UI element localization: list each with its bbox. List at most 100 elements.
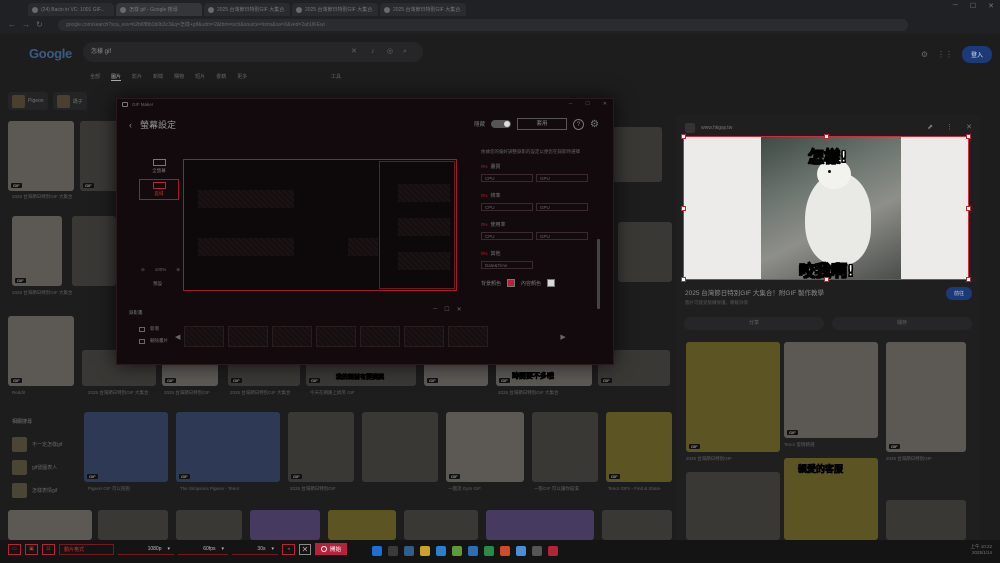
resolution-select[interactable]: 1080p ▾: [118, 544, 174, 555]
related-image[interactable]: [686, 472, 780, 540]
resize-handle[interactable]: [824, 277, 829, 282]
recorder-app-icon[interactable]: [548, 546, 558, 556]
fg-color-swatch[interactable]: [547, 279, 556, 287]
properties-scrollbar[interactable]: [597, 239, 600, 309]
image-result[interactable]: [250, 510, 320, 540]
tab-news[interactable]: 新聞: [153, 73, 163, 81]
resize-handle[interactable]: [966, 206, 971, 211]
reset-button[interactable]: 預設: [153, 281, 162, 287]
image-result[interactable]: [618, 222, 672, 282]
gpu-field[interactable]: GPU: [536, 174, 588, 182]
image-result[interactable]: GIF: [446, 412, 524, 482]
resize-handle[interactable]: [681, 277, 686, 282]
tab-shopping[interactable]: 購物: [174, 73, 184, 81]
delete-scene-button[interactable]: 刪除畫片: [139, 338, 168, 344]
resize-handle[interactable]: [966, 277, 971, 282]
maximize-icon[interactable]: ☐: [585, 101, 589, 107]
reload-icon[interactable]: ↻: [36, 20, 43, 29]
close-icon[interactable]: ✕: [988, 2, 994, 10]
format-select[interactable]: 動片格式: [59, 543, 114, 555]
close-toolbar-icon[interactable]: ✕: [299, 543, 311, 555]
lens-icon[interactable]: ◎: [387, 42, 393, 62]
address-bar[interactable]: google.com/search?sca_esv=b2b6ff8b1b0b3c…: [58, 19, 908, 31]
image-result[interactable]: GIF: [176, 412, 280, 482]
zoom-control[interactable]: ⊖ 100% ⊕: [141, 267, 180, 273]
layout-block[interactable]: [398, 184, 450, 202]
signin-button[interactable]: 登入: [961, 46, 992, 63]
share-icon[interactable]: ⬈: [927, 123, 933, 131]
tab-all[interactable]: 全部: [90, 73, 100, 81]
mic-icon[interactable]: ♪: [371, 42, 375, 62]
add-scene-button[interactable]: 新增: [139, 326, 168, 332]
apps-grid-icon[interactable]: ⋮⋮: [937, 50, 953, 59]
resize-handle[interactable]: [681, 206, 686, 211]
zoom-out-icon[interactable]: ⊖: [141, 267, 145, 273]
filter-chip[interactable]: Pigeon: [8, 92, 48, 110]
zoom-in-icon[interactable]: ⊕: [176, 267, 180, 273]
cpu-field[interactable]: CPU: [481, 203, 533, 211]
browser-tab-active[interactable]: 怎樣 gif - Google 搜尋: [116, 3, 202, 16]
cpu-field[interactable]: CPU: [481, 174, 533, 182]
image-result[interactable]: [602, 510, 672, 540]
search-icon[interactable]: ⌕: [403, 42, 407, 62]
visit-button[interactable]: 前往: [945, 287, 972, 300]
scene-thumbnail[interactable]: [404, 326, 445, 347]
file-explorer-icon[interactable]: [420, 546, 430, 556]
related-item[interactable]: 不一定怎樣gif: [12, 437, 62, 452]
window-mode-icon[interactable]: ▣: [25, 543, 38, 555]
clear-icon[interactable]: ✕: [351, 42, 357, 62]
audio-icon[interactable]: ◂: [282, 543, 295, 555]
related-image[interactable]: GIF: [686, 342, 780, 452]
app-icon[interactable]: [532, 546, 542, 556]
image-result[interactable]: [532, 412, 598, 482]
scene-thumbnail[interactable]: [316, 326, 357, 347]
store-icon[interactable]: [452, 546, 462, 556]
image-result[interactable]: GIF: [288, 412, 354, 482]
window-icon[interactable]: ☐: [444, 306, 449, 313]
tab-images[interactable]: 圖片: [111, 73, 122, 81]
share-button[interactable]: 分享: [684, 317, 824, 330]
cpu-field[interactable]: CPU: [481, 232, 533, 240]
layout-block[interactable]: [398, 218, 450, 236]
gpu-field[interactable]: GPU: [536, 232, 588, 240]
layout-block[interactable]: [398, 252, 450, 270]
start-recording-button[interactable]: 開始: [315, 543, 348, 555]
image-result[interactable]: [612, 127, 662, 182]
resize-handle[interactable]: [966, 134, 971, 139]
browser-tab[interactable]: (24) Bacio in VC: 1001 GIF...: [28, 3, 114, 16]
hide-toggle[interactable]: [491, 120, 512, 128]
maximize-icon[interactable]: ☐: [970, 2, 976, 10]
image-result[interactable]: [328, 510, 396, 540]
save-button[interactable]: 儲存: [832, 317, 972, 330]
chrome-icon[interactable]: [516, 546, 526, 556]
tab-books[interactable]: 書籍: [216, 73, 226, 81]
mode-region[interactable]: 區域: [139, 179, 179, 200]
system-tray-clock[interactable]: 上午 10:22 2025/1/14: [970, 544, 992, 556]
mode-fullscreen[interactable]: 全螢幕: [139, 159, 179, 174]
related-item[interactable]: gif發圖表人: [12, 460, 62, 475]
image-result[interactable]: GIF: [8, 121, 74, 191]
related-image[interactable]: GIF: [784, 342, 878, 438]
minimize-icon[interactable]: ─: [953, 2, 958, 10]
tab-videos[interactable]: 影片: [132, 73, 142, 81]
google-logo[interactable]: Google: [29, 46, 72, 61]
related-item[interactable]: 怎樣表情gif: [12, 483, 62, 498]
preview-title[interactable]: 2025 台灣節日特別GIF 大集合！附GIF 製作教學: [685, 287, 824, 297]
gear-icon[interactable]: ⚙: [590, 119, 599, 130]
search-input[interactable]: 怎樣 gif ✕ ♪ ◎ ⌕: [83, 42, 423, 62]
image-result[interactable]: [98, 510, 168, 540]
duration-select[interactable]: 30s ▾: [232, 544, 278, 555]
image-result[interactable]: GIF: [8, 316, 74, 386]
image-result[interactable]: GIF: [606, 412, 672, 482]
image-result[interactable]: [362, 412, 438, 482]
gpu-field[interactable]: GPU: [536, 203, 588, 211]
mail-icon[interactable]: [468, 546, 478, 556]
browser-tab[interactable]: 2025 台灣節日特別GIF 大集合...: [204, 3, 290, 16]
filter-chip[interactable]: 鴿子: [52, 92, 87, 110]
more-icon[interactable]: ⋮: [946, 123, 953, 131]
related-image[interactable]: 親愛的客服: [784, 458, 878, 540]
browser-tab[interactable]: 2025 台灣節日特別GIF 大集合...: [292, 3, 378, 16]
fps-select[interactable]: 60fps ▾: [178, 544, 228, 555]
fullscreen-mode-icon[interactable]: ▭: [8, 543, 21, 555]
image-result[interactable]: [486, 510, 594, 540]
